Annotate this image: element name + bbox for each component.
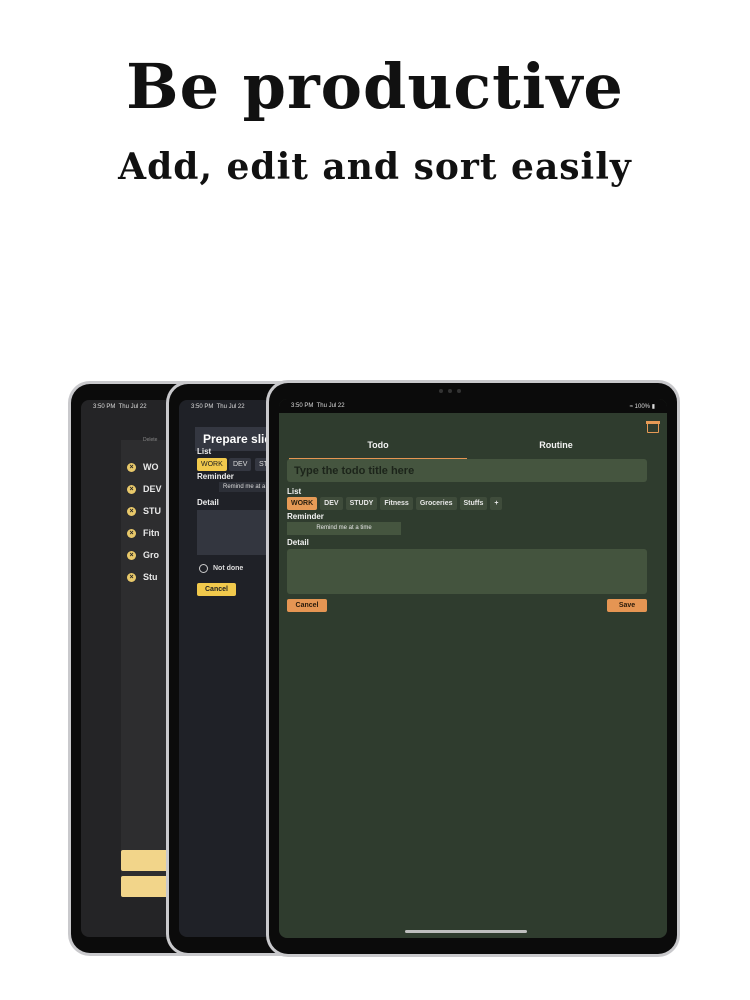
chip-dev[interactable]: DEV — [229, 458, 252, 471]
remove-icon[interactable]: × — [127, 462, 136, 472]
list-item[interactable]: × Stu — [127, 566, 162, 588]
list-label: List — [287, 487, 302, 496]
todo-title-input[interactable] — [287, 459, 647, 482]
status-bar: 3:50 PM Thu Jul 22 ≈ 100% ▮ — [279, 399, 667, 413]
list-item[interactable]: × STU — [127, 500, 162, 522]
chip-dev[interactable]: DEV — [320, 497, 343, 510]
chip-study[interactable]: STUDY — [345, 497, 378, 510]
remove-icon[interactable]: × — [127, 484, 136, 494]
battery-status: ≈ 100% ▮ — [629, 404, 655, 410]
device-screen: 3:50 PM Thu Jul 22 ≈ 100% ▮ Todo Routine… — [279, 399, 667, 938]
chip-stuffs[interactable]: Stuffs — [459, 497, 488, 510]
detail-label: Detail — [197, 498, 219, 507]
status-time-date: 3:50 PM Thu Jul 22 — [291, 403, 345, 409]
home-indicator[interactable] — [405, 930, 527, 933]
remove-icon[interactable]: × — [127, 506, 136, 516]
list-item[interactable]: × Fitn — [127, 522, 162, 544]
todo-editor: Todo Routine List WORK DEV STUDY Fitness… — [279, 413, 667, 938]
cancel-button[interactable]: Cancel — [197, 583, 236, 596]
list-items: × WO × DEV × STU × Fitn × Gro × Stu — [127, 456, 162, 588]
chip-work[interactable]: WORK — [197, 458, 227, 471]
reminder-button[interactable]: Remind me at a time — [287, 522, 401, 535]
tab-routine[interactable]: Routine — [467, 440, 645, 456]
chip-fitness[interactable]: Fitness — [380, 497, 413, 510]
tab-todo[interactable]: Todo — [289, 440, 467, 460]
reminder-label: Reminder — [287, 512, 324, 521]
remove-icon[interactable]: × — [127, 550, 136, 560]
camera-icon — [439, 389, 461, 393]
device-front: 3:50 PM Thu Jul 22 ≈ 100% ▮ Todo Routine… — [266, 380, 680, 957]
archive-icon[interactable] — [646, 421, 660, 433]
not-done-label: Not done — [213, 565, 244, 572]
tab-bar: Todo Routine — [289, 440, 645, 460]
status-time-date: 3:50 PM Thu Jul 22 — [93, 404, 147, 410]
remove-icon[interactable]: × — [127, 572, 136, 582]
reminder-button[interactable]: Remind me at a — [219, 482, 270, 492]
reminder-label: Reminder — [197, 472, 234, 481]
detail-label: Detail — [287, 538, 309, 547]
list-item[interactable]: × WO — [127, 456, 162, 478]
save-button[interactable]: Save — [607, 599, 647, 612]
detail-input[interactable] — [287, 549, 647, 594]
headline: Be productive — [126, 50, 624, 123]
chip-work[interactable]: WORK — [287, 497, 318, 510]
delete-label: Delete — [143, 437, 158, 443]
cancel-button[interactable]: Cancel — [287, 599, 327, 612]
done-radio[interactable] — [199, 564, 208, 573]
list-item[interactable]: × Gro — [127, 544, 162, 566]
status-time-date: 3:50 PM Thu Jul 22 — [191, 404, 245, 410]
device-bezel: 3:50 PM Thu Jul 22 ≈ 100% ▮ Todo Routine… — [269, 383, 677, 954]
add-list-button[interactable]: + — [490, 497, 503, 510]
list-item[interactable]: × DEV — [127, 478, 162, 500]
list-chips: WORK DEV STUDY Fitness Groceries Stuffs … — [287, 497, 503, 510]
list-label: List — [197, 447, 212, 456]
remove-icon[interactable]: × — [127, 528, 136, 538]
chip-groceries[interactable]: Groceries — [415, 497, 457, 510]
subhead: Add, edit and sort easily — [118, 146, 632, 188]
